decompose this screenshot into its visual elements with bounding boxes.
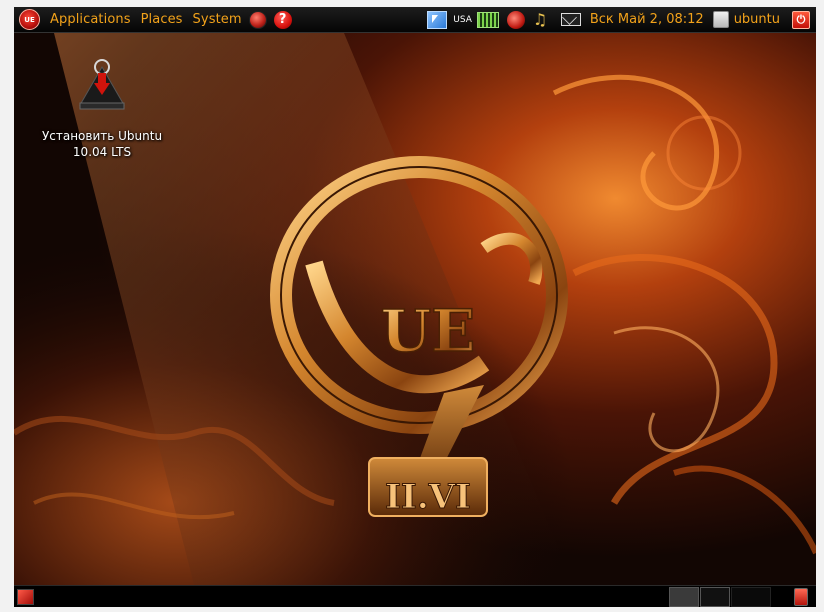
power-icon[interactable]: ⏻ (792, 10, 810, 29)
workspace-2[interactable] (700, 587, 730, 607)
keyboard-layout-indicator[interactable]: USA (453, 15, 472, 25)
keyboard-icon[interactable] (476, 11, 499, 28)
menu-places[interactable]: Places (141, 12, 183, 27)
mail-icon[interactable] (560, 13, 581, 26)
ue-logo-icon[interactable]: UE (19, 9, 40, 30)
menu-applications[interactable]: Applications (50, 12, 131, 27)
desktop-screen: UE Applications Places System ? USA ♫ Вс… (14, 7, 816, 607)
desktop-icon-label-line2: 10.04 LTS (72, 145, 132, 159)
desktop-icon-label: Установить Ubuntu 10.04 LTS (30, 128, 174, 160)
ue-logo-text: UE (24, 15, 35, 24)
bottom-panel (14, 585, 816, 607)
user-icon[interactable] (712, 11, 729, 28)
show-desktop-icon[interactable] (17, 589, 34, 605)
install-ubuntu-icon (79, 59, 125, 110)
cursor-icon[interactable] (427, 10, 448, 29)
top-panel: UE Applications Places System ? USA ♫ Вс… (14, 7, 816, 33)
desktop-icon-label-line1: Установить Ubuntu (41, 129, 163, 143)
globe-icon[interactable] (248, 10, 267, 29)
version-text: II.VI (385, 477, 471, 517)
workspace-1[interactable] (669, 587, 699, 607)
user-name[interactable]: ubuntu (734, 12, 780, 27)
help-icon[interactable]: ? (273, 10, 292, 29)
workspace-3[interactable] (731, 587, 771, 607)
menu-system[interactable]: System (193, 12, 242, 27)
clock[interactable]: Вск Май 2, 08:12 (590, 12, 704, 27)
desktop-icon-install-ubuntu[interactable]: Установить Ubuntu 10.04 LTS (30, 59, 174, 160)
trash-icon[interactable] (794, 588, 808, 606)
network-icon[interactable] (506, 10, 525, 29)
emblem-text: UE (381, 297, 476, 365)
music-icon[interactable]: ♫ (533, 10, 553, 29)
